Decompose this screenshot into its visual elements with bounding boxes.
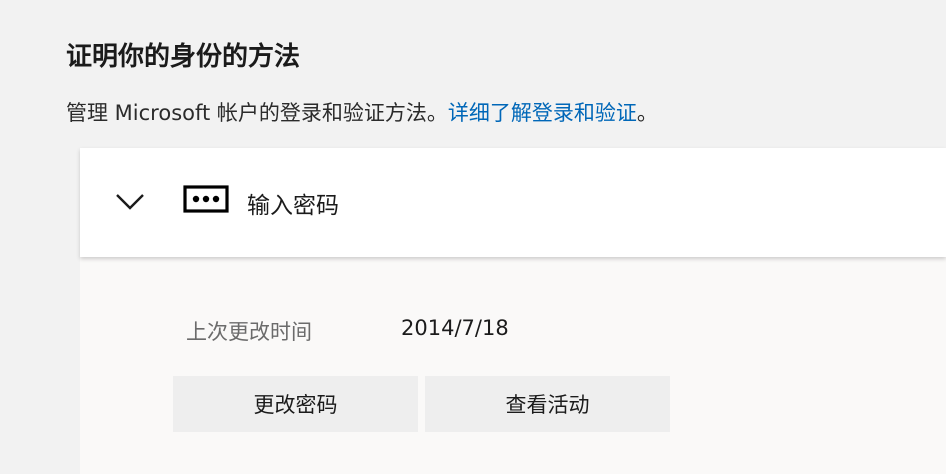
password-dots-icon bbox=[183, 185, 229, 213]
password-method-header[interactable]: 输入密码 bbox=[80, 148, 946, 257]
learn-more-link[interactable]: 详细了解登录和验证 bbox=[448, 101, 637, 125]
change-password-button[interactable]: 更改密码 bbox=[173, 376, 418, 432]
security-page: 证明你的身份的方法 管理 Microsoft 帐户的登录和验证方法。详细了解登录… bbox=[0, 0, 946, 474]
password-method-card: 输入密码 上次更改时间 2014/7/18 更改密码 查看活动 bbox=[80, 148, 946, 474]
chevron-down-icon[interactable] bbox=[114, 186, 146, 216]
page-title: 证明你的身份的方法 bbox=[66, 42, 301, 72]
last-changed-value: 2014/7/18 bbox=[401, 316, 509, 340]
last-changed-label: 上次更改时间 bbox=[186, 320, 312, 344]
page-subtitle: 管理 Microsoft 帐户的登录和验证方法。详细了解登录和验证。 bbox=[66, 97, 658, 127]
subtitle-text: 管理 Microsoft 帐户的登录和验证方法。 bbox=[66, 101, 448, 125]
subtitle-end: 。 bbox=[636, 101, 658, 125]
view-activity-button[interactable]: 查看活动 bbox=[425, 376, 670, 432]
password-method-label: 输入密码 bbox=[247, 193, 339, 219]
